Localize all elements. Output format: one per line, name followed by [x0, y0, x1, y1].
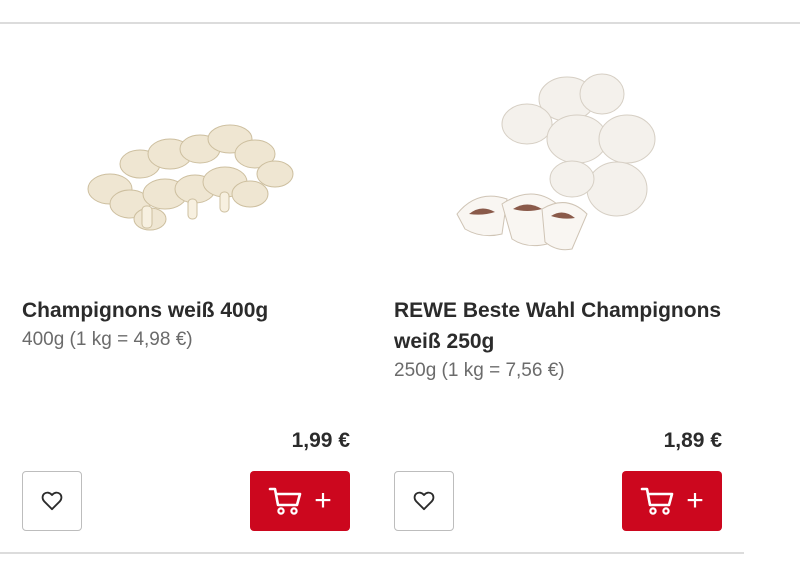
product-image-mushrooms[interactable] — [70, 94, 300, 244]
add-to-cart-button[interactable]: + — [622, 471, 722, 531]
heart-outline-icon — [413, 491, 435, 511]
product-card[interactable]: Champignons weiß 400g 400g (1 kg = 4,98 … — [0, 24, 372, 552]
product-card[interactable]: REWE Beste Wahl Champignons weiß 250g 25… — [372, 24, 744, 552]
product-name[interactable]: Champignons weiß 400g — [22, 295, 352, 326]
product-price: 1,99 € — [291, 429, 350, 452]
favorite-button[interactable] — [22, 471, 82, 531]
bottom-divider — [0, 552, 744, 554]
product-image-mushrooms[interactable] — [447, 64, 672, 254]
favorite-button[interactable] — [394, 471, 454, 531]
cart-icon — [268, 487, 302, 515]
plus-icon: + — [686, 484, 704, 517]
heart-outline-icon — [41, 491, 63, 511]
product-grammage: 400g (1 kg = 4,98 €) — [22, 329, 193, 350]
product-name[interactable]: REWE Beste Wahl Champignons weiß 250g — [394, 295, 724, 357]
cart-icon — [640, 487, 674, 515]
add-to-cart-button[interactable]: + — [250, 471, 350, 531]
product-grammage: 250g (1 kg = 7,56 €) — [394, 360, 565, 381]
product-price: 1,89 € — [663, 429, 722, 452]
plus-icon: + — [314, 484, 332, 517]
